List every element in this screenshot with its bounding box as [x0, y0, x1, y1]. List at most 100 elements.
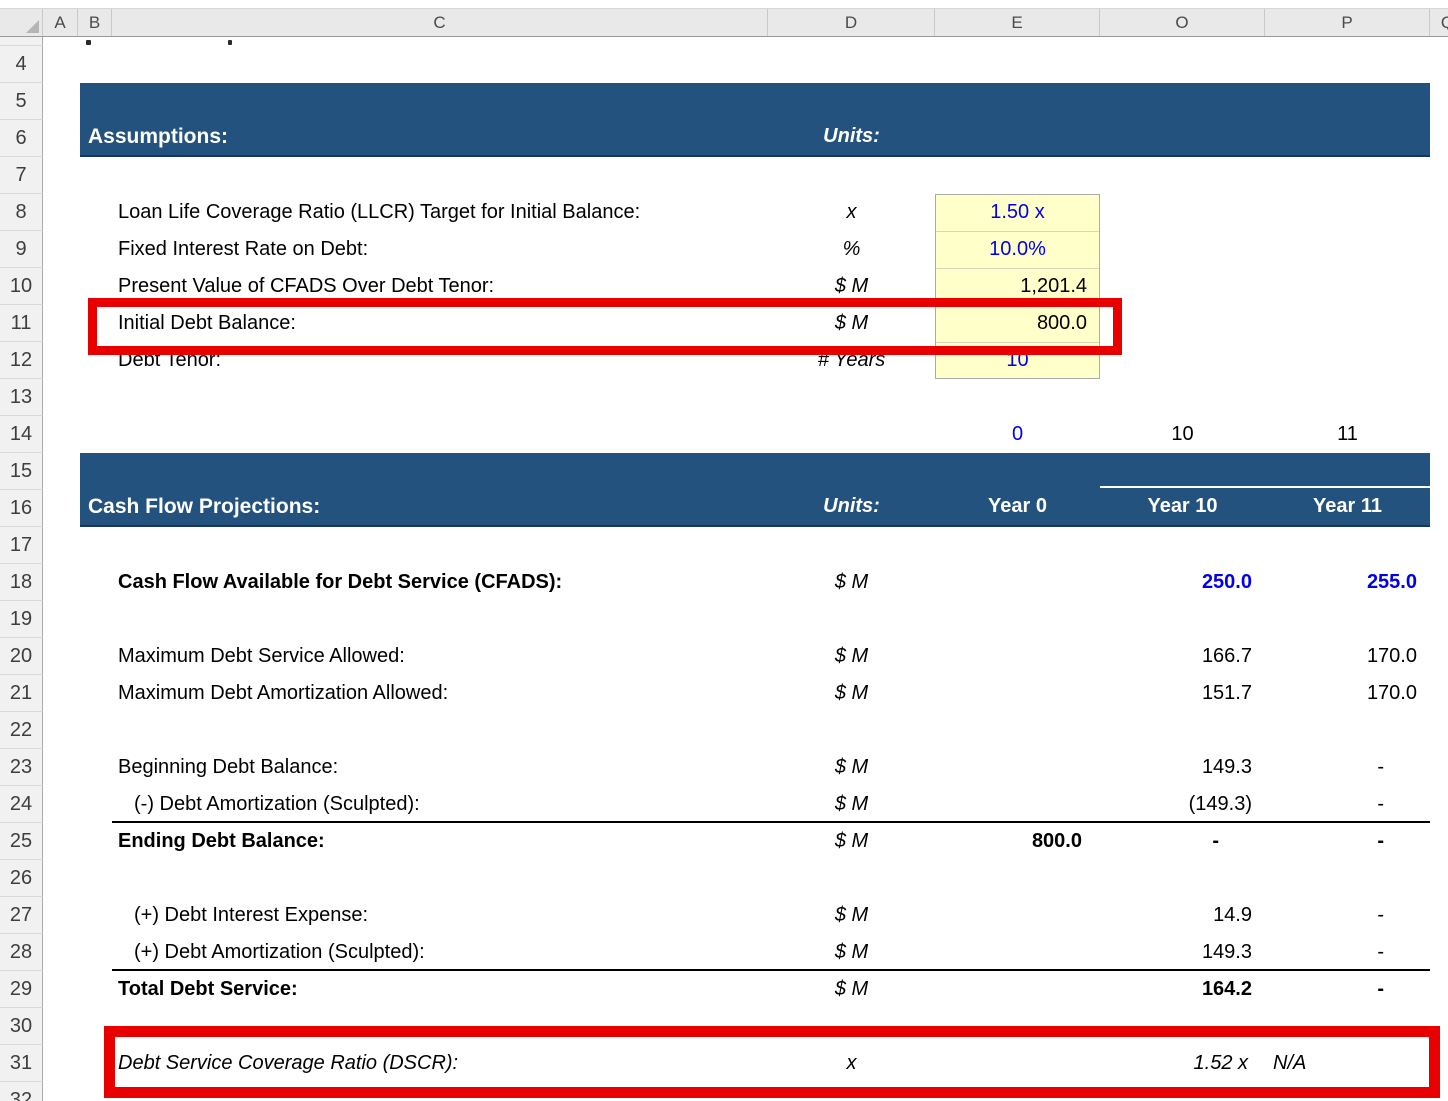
unit-debt-interest-expense[interactable]: $ M [768, 897, 935, 934]
label-max-debt-service[interactable]: Maximum Debt Service Allowed: [118, 638, 762, 675]
max-debt-service-year10[interactable]: 166.7 [1100, 638, 1265, 675]
unit-beginning-debt-balance[interactable]: $ M [768, 749, 935, 786]
row-header-17[interactable]: 17 [0, 527, 43, 564]
unit-dscr[interactable]: x [768, 1045, 935, 1082]
period-number-year11[interactable]: 11 [1265, 416, 1430, 453]
row-header-7[interactable]: 7 [0, 157, 43, 194]
row-header-27[interactable]: 27 [0, 897, 43, 934]
unit-ending-debt-balance[interactable]: $ M [768, 823, 935, 860]
row-header-20[interactable]: 20 [0, 638, 43, 675]
debt-amortization-sculpted-year11[interactable]: - [1265, 786, 1430, 823]
row-header-19[interactable]: 19 [0, 601, 43, 638]
row-header-23[interactable]: 23 [0, 749, 43, 786]
column-header-C[interactable]: C [112, 9, 768, 36]
ending-debt-balance-year10[interactable]: - [1100, 823, 1265, 860]
label-max-debt-amortization[interactable]: Maximum Debt Amortization Allowed: [118, 675, 762, 712]
label-debt-tenor[interactable]: Debt Tenor: [118, 342, 762, 379]
input-debt-tenor[interactable]: 10 [935, 342, 1100, 379]
dscr-year11[interactable]: N/A [1265, 1045, 1430, 1082]
total-debt-service-year10[interactable]: 164.2 [1100, 971, 1265, 1008]
cashflow-title[interactable]: Cash Flow Projections: [88, 488, 320, 525]
debt-amortization-add-year11[interactable]: - [1265, 934, 1430, 971]
row-header-21[interactable]: 21 [0, 675, 43, 712]
input-llcr-target[interactable]: 1.50 x [935, 194, 1100, 231]
label-dscr[interactable]: Debt Service Coverage Ratio (DSCR): [118, 1045, 762, 1082]
row-header-26[interactable]: 26 [0, 860, 43, 897]
column-header-E[interactable]: E [935, 9, 1100, 36]
unit-cfads[interactable]: $ M [768, 564, 935, 601]
label-cfads[interactable]: Cash Flow Available for Debt Service (CF… [118, 564, 762, 601]
unit-debt-amortization-sculpted[interactable]: $ M [768, 786, 935, 823]
label-pv-cfads[interactable]: Present Value of CFADS Over Debt Tenor: [118, 268, 762, 305]
row-header-15[interactable]: 15 [0, 453, 43, 490]
value-pv-cfads[interactable]: 1,201.4 [935, 268, 1100, 305]
row-header-18[interactable]: 18 [0, 564, 43, 601]
row-header-8[interactable]: 8 [0, 194, 43, 231]
ending-debt-balance-year11[interactable]: - [1265, 823, 1430, 860]
column-header-B[interactable]: B [78, 9, 112, 36]
total-debt-service-year11[interactable]: - [1265, 971, 1430, 1008]
label-debt-interest-expense[interactable]: (+) Debt Interest Expense: [134, 897, 778, 934]
column-header-year11[interactable]: Year 11 [1265, 488, 1430, 525]
row-header-3-partial[interactable] [0, 37, 43, 46]
label-debt-amortization-sculpted[interactable]: (-) Debt Amortization (Sculpted): [134, 786, 778, 823]
unit-debt-tenor[interactable]: # Years [768, 342, 935, 379]
debt-interest-expense-year11[interactable]: - [1265, 897, 1430, 934]
row-header-28[interactable]: 28 [0, 934, 43, 971]
max-debt-service-year11[interactable]: 170.0 [1265, 638, 1430, 675]
row-header-30[interactable]: 30 [0, 1008, 43, 1045]
column-header-P[interactable]: P [1265, 9, 1430, 36]
dscr-year10[interactable]: 1.52 x [1100, 1045, 1265, 1082]
column-header-D[interactable]: D [768, 9, 935, 36]
column-header-O[interactable]: O [1100, 9, 1265, 36]
value-initial-debt-balance[interactable]: 800.0 [935, 305, 1100, 342]
unit-llcr-target[interactable]: x [768, 194, 935, 231]
label-debt-amortization-add[interactable]: (+) Debt Amortization (Sculpted): [134, 934, 778, 971]
row-header-31[interactable]: 31 [0, 1045, 43, 1082]
unit-interest-rate[interactable]: % [768, 231, 935, 268]
unit-total-debt-service[interactable]: $ M [768, 971, 935, 1008]
row-header-16[interactable]: 16 [0, 490, 43, 527]
max-debt-amortization-year11[interactable]: 170.0 [1265, 675, 1430, 712]
label-beginning-debt-balance[interactable]: Beginning Debt Balance: [118, 749, 762, 786]
row-header-11[interactable]: 11 [0, 305, 43, 342]
row-header-25[interactable]: 25 [0, 823, 43, 860]
unit-max-debt-amortization[interactable]: $ M [768, 675, 935, 712]
max-debt-amortization-year10[interactable]: 151.7 [1100, 675, 1265, 712]
assumptions-title[interactable]: Assumptions: [88, 118, 228, 155]
cfads-year10[interactable]: 250.0 [1100, 564, 1265, 601]
select-all-corner[interactable] [0, 9, 43, 36]
column-header-year0[interactable]: Year 0 [935, 488, 1100, 525]
period-number-year10[interactable]: 10 [1100, 416, 1265, 453]
beginning-debt-balance-year10[interactable]: 149.3 [1100, 749, 1265, 786]
unit-debt-amortization-add[interactable]: $ M [768, 934, 935, 971]
row-header-22[interactable]: 22 [0, 712, 43, 749]
row-header-29[interactable]: 29 [0, 971, 43, 1008]
column-header-A[interactable]: A [43, 9, 78, 36]
column-header-year10[interactable]: Year 10 [1100, 488, 1265, 525]
unit-initial-debt-balance[interactable]: $ M [768, 305, 935, 342]
row-header-6[interactable]: 6 [0, 120, 43, 157]
debt-interest-expense-year10[interactable]: 14.9 [1100, 897, 1265, 934]
debt-amortization-add-year10[interactable]: 149.3 [1100, 934, 1265, 971]
input-interest-rate[interactable]: 10.0% [935, 231, 1100, 268]
row-header-12[interactable]: 12 [0, 342, 43, 379]
label-ending-debt-balance[interactable]: Ending Debt Balance: [118, 823, 762, 860]
assumptions-units-header[interactable]: Units: [768, 118, 935, 155]
row-header-4[interactable]: 4 [0, 46, 43, 83]
ending-debt-balance-year0[interactable]: 800.0 [935, 823, 1100, 860]
row-header-14[interactable]: 14 [0, 416, 43, 453]
debt-amortization-sculpted-year10[interactable]: (149.3) [1100, 786, 1265, 823]
column-header-Q[interactable]: Q [1430, 9, 1448, 36]
cashflow-units-header[interactable]: Units: [768, 488, 935, 525]
row-header-5[interactable]: 5 [0, 83, 43, 120]
beginning-debt-balance-year11[interactable]: - [1265, 749, 1430, 786]
label-initial-debt-balance[interactable]: Initial Debt Balance: [118, 305, 762, 342]
label-total-debt-service[interactable]: Total Debt Service: [118, 971, 762, 1008]
row-header-32[interactable]: 32 [0, 1082, 43, 1101]
row-header-9[interactable]: 9 [0, 231, 43, 268]
row-header-13[interactable]: 13 [0, 379, 43, 416]
label-interest-rate[interactable]: Fixed Interest Rate on Debt: [118, 231, 762, 268]
unit-max-debt-service[interactable]: $ M [768, 638, 935, 675]
row-header-10[interactable]: 10 [0, 268, 43, 305]
